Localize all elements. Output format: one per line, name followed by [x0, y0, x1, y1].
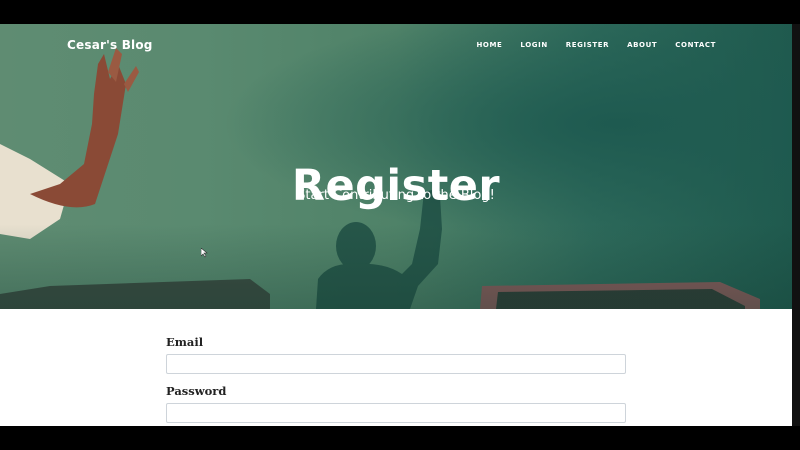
password-label: Password — [166, 384, 227, 398]
nav-about-link[interactable]: ABOUT — [627, 41, 657, 49]
nav-links: HOME LOGIN REGISTER ABOUT CONTACT — [476, 41, 716, 49]
scrollbar[interactable] — [792, 24, 800, 426]
hero-header: Cesar's Blog HOME LOGIN REGISTER ABOUT C… — [0, 24, 792, 309]
register-form: Email Password — [166, 335, 626, 426]
email-field[interactable] — [166, 354, 626, 374]
nav-login-link[interactable]: LOGIN — [520, 41, 547, 49]
brand-logo-link[interactable]: Cesar's Blog — [67, 38, 153, 52]
hero-overlay — [0, 224, 792, 309]
nav-register-link[interactable]: REGISTER — [566, 41, 609, 49]
browser-viewport: Cesar's Blog HOME LOGIN REGISTER ABOUT C… — [0, 24, 792, 426]
page-title: Register — [291, 160, 501, 211]
email-label: Email — [166, 335, 204, 349]
mouse-cursor-icon — [201, 248, 208, 258]
navbar: Cesar's Blog HOME LOGIN REGISTER ABOUT C… — [0, 24, 792, 70]
nav-home-link[interactable]: HOME — [476, 41, 502, 49]
nav-contact-link[interactable]: CONTACT — [675, 41, 716, 49]
password-field[interactable] — [166, 403, 626, 423]
page-subtitle: Start Contributing to the Blog! — [297, 188, 495, 203]
